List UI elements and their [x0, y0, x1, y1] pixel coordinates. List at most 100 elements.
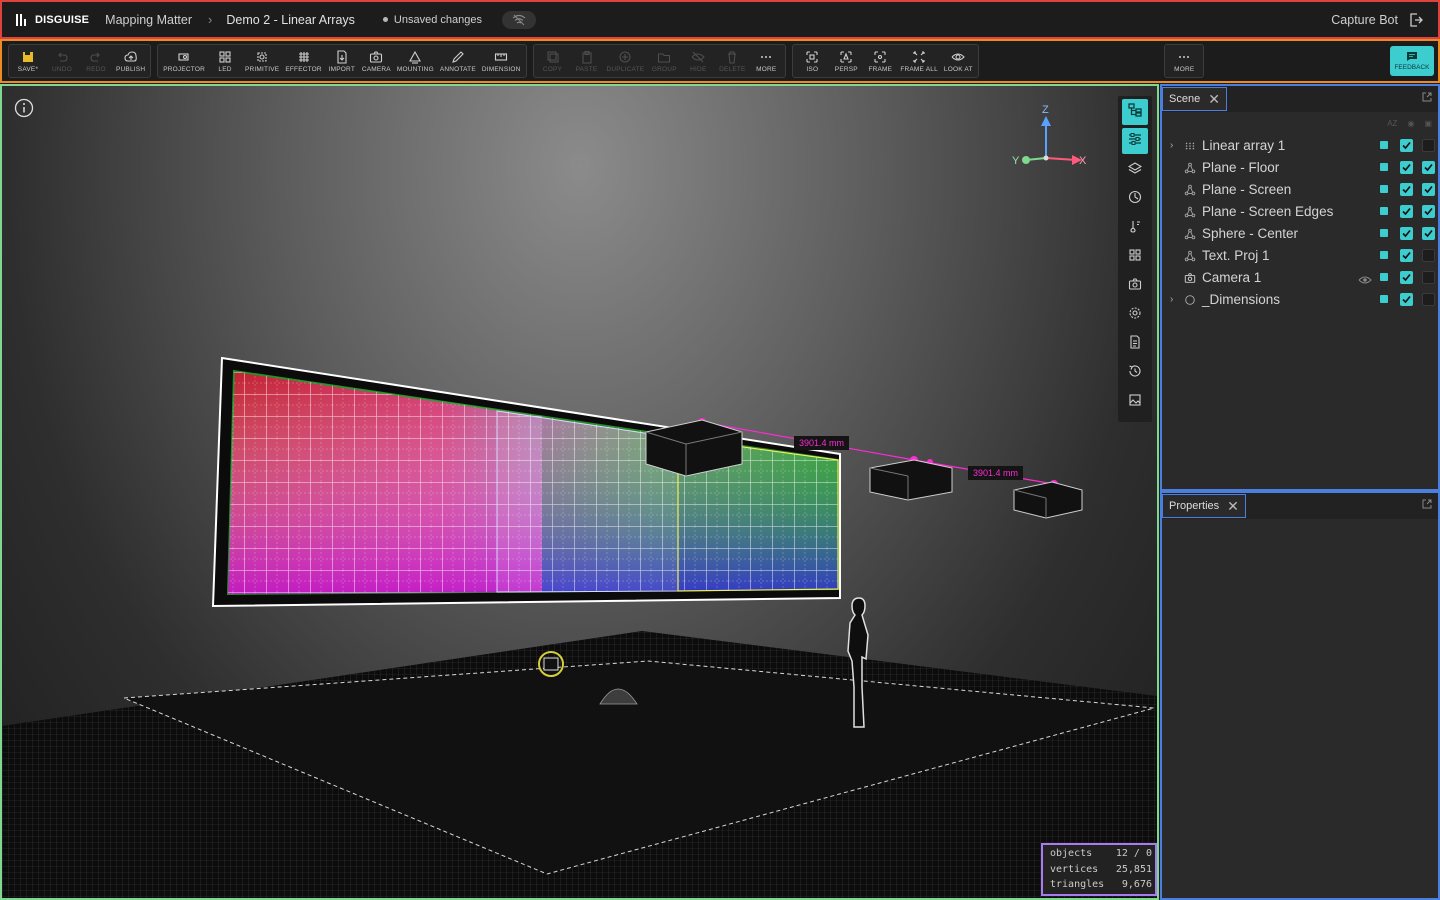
visibility-checkbox[interactable]	[1400, 226, 1413, 240]
hide-button[interactable]: HIDE	[681, 45, 715, 77]
history-tool-button[interactable]	[1122, 360, 1148, 386]
redo-icon	[89, 50, 103, 64]
save-button[interactable]: SAVE*	[11, 45, 45, 77]
frame-button[interactable]: FRAME	[863, 45, 897, 77]
breadcrumb-document[interactable]: Demo 2 - Linear Arrays	[226, 13, 355, 27]
undo-button[interactable]: UNDO	[45, 45, 79, 77]
stat-triangles: triangles 9,676	[1050, 879, 1152, 890]
visibility-checkbox[interactable]	[1422, 226, 1435, 240]
visibility-checkbox[interactable]	[1422, 204, 1435, 218]
main-toolbar: SAVE* UNDO REDO PUBLISH PROJECTOR LED PRIMITI…	[0, 39, 1440, 83]
effector-button[interactable]: EFFECTOR	[282, 45, 325, 77]
visibility-checkbox[interactable]	[1400, 248, 1413, 262]
publish-button[interactable]: PUBLISH	[113, 45, 148, 77]
look-at-button[interactable]: LOOK AT	[941, 45, 976, 77]
properties-tool-button[interactable]	[1122, 128, 1148, 154]
breadcrumb-project[interactable]: Mapping Matter	[105, 13, 192, 27]
import-button[interactable]: IMPORT	[325, 45, 359, 77]
user-name[interactable]: Capture Bot	[1331, 13, 1398, 27]
chevron-right-icon[interactable]: ›	[1170, 140, 1180, 151]
visibility-checkbox[interactable]	[1400, 160, 1413, 174]
color-swatch[interactable]	[1380, 207, 1388, 215]
popout-icon[interactable]	[1422, 499, 1432, 509]
document-tool-button[interactable]	[1122, 331, 1148, 357]
color-swatch[interactable]	[1380, 163, 1388, 171]
visibility-checkbox[interactable]	[1422, 160, 1435, 174]
settings-tool-button[interactable]	[1122, 302, 1148, 328]
frame-all-button[interactable]: FRAME ALL	[897, 45, 941, 77]
dimension-label-1[interactable]: 3901.4 mm	[794, 436, 850, 450]
scene-canvas[interactable]: Z X Y	[2, 86, 1157, 898]
axis-gizmo[interactable]	[1022, 116, 1082, 165]
color-swatch[interactable]	[1380, 185, 1388, 193]
scene-tree-item[interactable]: Plane - Screen	[1162, 178, 1438, 200]
led-button[interactable]: LED	[208, 45, 242, 77]
color-swatch[interactable]	[1380, 251, 1388, 259]
visibility-checkbox[interactable]	[1422, 138, 1435, 152]
annotate-button[interactable]: ANNOTATE	[437, 45, 479, 77]
scene-tree-item[interactable]: › _Dimensions	[1162, 288, 1438, 310]
color-swatch[interactable]	[1380, 141, 1388, 149]
delete-button[interactable]: DELETE	[715, 45, 749, 77]
tab-scene[interactable]: Scene ✕	[1162, 87, 1227, 111]
scene-tree-tool-button[interactable]	[1122, 99, 1148, 125]
dimension-label-2[interactable]: 3901.4 mm	[968, 466, 1024, 480]
scene-tree-item[interactable]: Sphere - Center	[1162, 222, 1438, 244]
color-swatch[interactable]	[1380, 295, 1388, 303]
scene-tree-item[interactable]: › Linear array 1	[1162, 134, 1438, 156]
scene-tree-item[interactable]: Text. Proj 1	[1162, 244, 1438, 266]
feedback-button[interactable]: FEEDBACK	[1389, 46, 1434, 76]
layers-tool-button[interactable]	[1122, 157, 1148, 183]
info-icon[interactable]	[14, 98, 34, 118]
scene-item-label: Plane - Floor	[1202, 159, 1280, 175]
more-button[interactable]: MORE	[1167, 45, 1201, 77]
tab-properties[interactable]: Properties ✕	[1162, 494, 1246, 518]
copy-button[interactable]: COPY	[536, 45, 570, 77]
image-tool-button[interactable]	[1122, 389, 1148, 415]
group-icon	[657, 50, 671, 64]
mounting-button[interactable]: MOUNTING	[394, 45, 437, 77]
color-swatch[interactable]	[1380, 229, 1388, 237]
scene-tree-item[interactable]: Camera 1	[1162, 266, 1438, 288]
persp-button[interactable]: PERSP	[829, 45, 863, 77]
color-swatch[interactable]	[1380, 273, 1388, 281]
visibility-checkbox[interactable]	[1422, 292, 1435, 306]
group-button[interactable]: GROUP	[647, 45, 681, 77]
projector-3[interactable]	[1013, 481, 1083, 519]
visibility-checkbox[interactable]	[1422, 182, 1435, 196]
chevron-right-icon[interactable]: ›	[1170, 294, 1180, 305]
camera-button[interactable]: CAMERA	[359, 45, 394, 77]
scene-tree-item[interactable]: Plane - Screen Edges	[1162, 200, 1438, 222]
sort-az-icon[interactable]: AZ	[1387, 119, 1397, 128]
3d-viewport[interactable]: Z X Y 3901.4 mm 3901.4 mm objects 12 / 0 …	[0, 84, 1159, 900]
layers-icon	[1127, 161, 1143, 180]
primitive-button[interactable]: PRIMITIVE	[242, 45, 282, 77]
visibility-checkbox[interactable]	[1422, 270, 1435, 284]
explode-tool-button[interactable]	[1122, 186, 1148, 212]
visibility-checkbox[interactable]	[1400, 270, 1413, 284]
thermometer-tool-button[interactable]	[1122, 215, 1148, 241]
brand-logo[interactable]: DISGUISE	[16, 13, 89, 26]
camera-tool-button[interactable]	[1122, 273, 1148, 299]
logout-icon[interactable]	[1408, 12, 1424, 28]
projector-2[interactable]	[869, 459, 953, 501]
redo-button[interactable]: REDO	[79, 45, 113, 77]
connection-status[interactable]	[501, 10, 536, 29]
visibility-checkbox[interactable]	[1422, 248, 1435, 262]
projector-button[interactable]: PROJECTOR	[160, 45, 208, 77]
visibility-checkbox[interactable]	[1400, 204, 1413, 218]
visibility-checkbox[interactable]	[1400, 182, 1413, 196]
close-icon[interactable]: ✕	[1227, 498, 1239, 515]
close-icon[interactable]: ✕	[1208, 91, 1220, 108]
more-button[interactable]: MORE	[749, 45, 783, 77]
visibility-checkbox[interactable]	[1400, 138, 1413, 152]
visibility-checkbox[interactable]	[1400, 292, 1413, 306]
dimension-button[interactable]: DIMENSION	[479, 45, 524, 77]
popout-icon[interactable]	[1422, 92, 1432, 102]
duplicate-button[interactable]: DUPLICATE	[604, 45, 648, 77]
scene-tree-item[interactable]: Plane - Floor	[1162, 156, 1438, 178]
paste-button[interactable]: PASTE	[570, 45, 604, 77]
iso-button[interactable]: ISO	[795, 45, 829, 77]
grid-tool-button[interactable]	[1122, 244, 1148, 270]
eye-icon[interactable]	[1358, 272, 1372, 284]
